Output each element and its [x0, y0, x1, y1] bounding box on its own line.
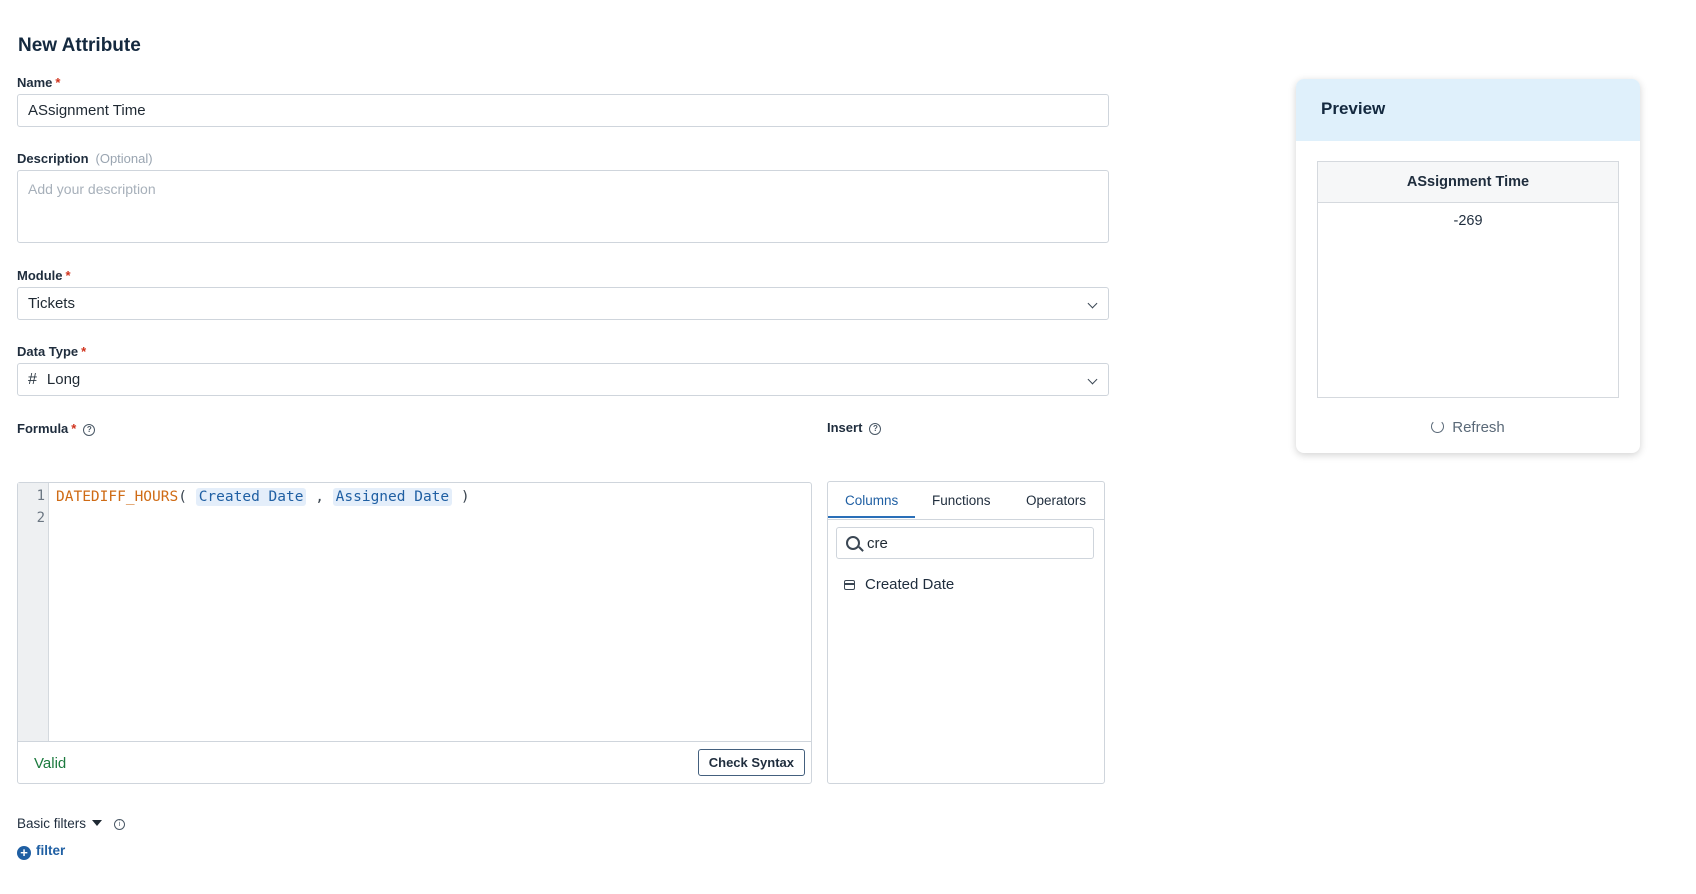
description-label: Description (Optional): [17, 151, 153, 166]
basic-filters-toggle[interactable]: Basic filters i: [17, 816, 126, 831]
chevron-down-icon: [1087, 374, 1098, 385]
tab-columns[interactable]: Columns: [845, 493, 898, 508]
formula-code[interactable]: DATEDIFF_HOURS( Created Date , Assigned …: [56, 488, 470, 506]
line-number: 1: [36, 488, 45, 504]
required-marker: *: [65, 268, 71, 283]
syntax-status: Valid: [34, 755, 67, 772]
refresh-button[interactable]: Refresh: [1296, 419, 1640, 436]
help-icon[interactable]: ?: [869, 423, 882, 435]
list-item[interactable]: Created Date: [844, 576, 954, 593]
preview-table: ASsignment Time -269: [1317, 161, 1619, 398]
basic-filters-label: Basic filters: [17, 816, 87, 831]
name-input-value: ASsignment Time: [28, 102, 146, 119]
description-textarea[interactable]: Add your description: [17, 170, 1109, 243]
module-select-value: Tickets: [28, 295, 75, 312]
formula-label: Formula *?: [17, 421, 96, 436]
page-title: New Attribute: [18, 35, 141, 56]
description-label-text: Description: [17, 151, 89, 166]
formula-function: DATEDIFF_HOURS: [56, 489, 179, 505]
name-label-text: Name: [17, 75, 53, 90]
check-syntax-button[interactable]: Check Syntax: [697, 749, 805, 776]
search-icon: [846, 536, 860, 550]
preview-card: Preview ASsignment Time -269 Refresh: [1296, 79, 1640, 453]
data-type-select[interactable]: # Long: [17, 363, 1109, 396]
help-icon[interactable]: ?: [83, 424, 96, 436]
editor-footer: Valid Check Syntax: [18, 741, 811, 785]
insert-label-text: Insert: [827, 420, 863, 435]
module-label: Module *: [17, 268, 71, 283]
search-input[interactable]: [867, 532, 1067, 554]
chevron-down-icon: [1087, 298, 1098, 309]
refresh-icon: [1431, 420, 1445, 433]
insert-tabs: Columns Functions Operators: [828, 482, 1104, 520]
data-type-select-value: Long: [46, 371, 81, 388]
tab-operators[interactable]: Operators: [1026, 493, 1086, 508]
list-item-label: Created Date: [865, 576, 955, 593]
add-filter-button[interactable]: + filter: [17, 843, 65, 860]
name-label: Name *: [17, 75, 60, 90]
hash-icon: #: [28, 371, 37, 388]
module-select[interactable]: Tickets: [17, 287, 1109, 320]
plus-circle-icon: +: [17, 846, 31, 860]
preview-header: Preview: [1296, 79, 1640, 141]
column-search[interactable]: [836, 527, 1094, 559]
required-marker: *: [71, 421, 77, 436]
name-input[interactable]: ASsignment Time: [17, 94, 1109, 127]
required-marker: *: [81, 344, 87, 359]
data-type-label: Data Type *: [17, 344, 86, 359]
tab-functions[interactable]: Functions: [932, 493, 991, 508]
active-tab-indicator: [828, 516, 915, 518]
caret-down-icon: [92, 820, 103, 826]
preview-title: Preview: [1321, 99, 1386, 118]
add-filter-label: filter: [36, 843, 66, 858]
calendar-icon: [844, 580, 855, 590]
refresh-label: Refresh: [1452, 419, 1505, 436]
insert-panel: Columns Functions Operators Created Date: [827, 481, 1105, 784]
line-number: 2: [36, 510, 45, 526]
module-label-text: Module: [17, 268, 63, 283]
formula-comma: ,: [315, 489, 324, 505]
line-number-gutter: 1 2: [18, 483, 49, 741]
formula-editor[interactable]: 1 2 DATEDIFF_HOURS( Created Date , Assig…: [17, 482, 812, 784]
formula-open-paren: (: [178, 489, 187, 505]
description-placeholder: Add your description: [28, 181, 156, 197]
formula-column-chip[interactable]: Assigned Date: [332, 488, 453, 506]
table-header: ASsignment Time: [1318, 162, 1618, 203]
data-type-label-text: Data Type: [17, 344, 79, 359]
required-marker: *: [55, 75, 61, 90]
optional-hint: (Optional): [95, 151, 153, 166]
formula-column-chip[interactable]: Created Date: [195, 488, 307, 506]
table-cell: -269: [1453, 213, 1483, 229]
formula-label-text: Formula: [17, 421, 69, 436]
formula-close-paren: ): [460, 489, 470, 505]
insert-label: Insert?: [827, 420, 882, 435]
info-icon[interactable]: i: [114, 819, 126, 830]
